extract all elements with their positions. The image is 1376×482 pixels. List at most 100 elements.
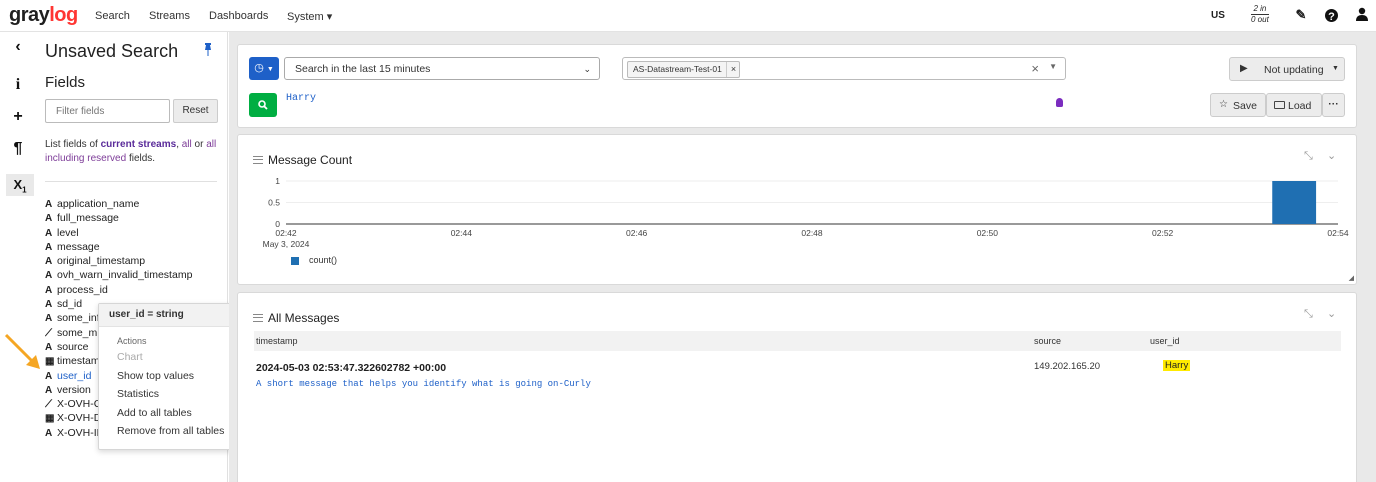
- field-item[interactable]: Afull_message: [45, 211, 225, 225]
- field-item[interactable]: Alevel: [45, 226, 225, 240]
- widget-title: Message Count: [268, 153, 353, 167]
- all-link[interactable]: all: [182, 139, 192, 150]
- filter-fields-input[interactable]: [45, 99, 170, 123]
- action-add-to-all-tables[interactable]: Add to all tables: [99, 404, 241, 423]
- field-name: ovh_warn_invalid_timestamp: [57, 269, 193, 282]
- column-timestamp[interactable]: timestamp: [256, 336, 298, 346]
- string-type-icon: A: [45, 384, 53, 396]
- dropdown-icon[interactable]: ▼: [1049, 62, 1057, 71]
- x-tick-label: 02:50: [977, 228, 999, 238]
- table-header: timestamp source user_id: [254, 331, 1341, 351]
- expand-icon[interactable]: ⤡: [1304, 308, 1313, 321]
- current-streams-link[interactable]: current streams: [101, 139, 177, 150]
- string-type-icon: A: [45, 241, 53, 253]
- action-show-top-values[interactable]: Show top values: [99, 367, 241, 386]
- paragraph-icon[interactable]: ¶: [8, 140, 28, 162]
- folder-icon: [1274, 101, 1285, 109]
- fields-description: List fields of current streams, all or a…: [45, 139, 217, 164]
- x-tick-label: 02:44: [451, 228, 473, 238]
- stream-select[interactable]: AS-Datastream-Test-01 × × ▼: [622, 57, 1066, 80]
- x-tick-label: 02:54: [1327, 228, 1349, 238]
- remove-stream-icon[interactable]: ×: [725, 62, 736, 77]
- clear-icon[interactable]: ×: [1031, 61, 1039, 76]
- field-name: process_id: [57, 283, 108, 296]
- add-icon[interactable]: +: [8, 108, 28, 130]
- field-item[interactable]: Aoriginal_timestamp: [45, 254, 225, 268]
- play-icon: ▶: [1240, 63, 1248, 74]
- help-icon[interactable]: ?: [1325, 9, 1338, 23]
- search-button[interactable]: [249, 93, 277, 117]
- fields-icon[interactable]: X1: [6, 174, 34, 196]
- field-name: original_timestamp: [57, 255, 146, 268]
- top-navbar: graylog Search Streams Dashboards System…: [0, 0, 1376, 32]
- divider: [45, 181, 217, 182]
- refresh-button[interactable]: ▶ Not updating ▼: [1229, 57, 1345, 81]
- x-tick-label: 02:48: [801, 228, 823, 238]
- sidebar-icon-bar: ‹ i + ¶ X1: [0, 32, 35, 482]
- save-button[interactable]: ☆ Save: [1210, 93, 1266, 117]
- column-user-id[interactable]: user_id: [1150, 336, 1180, 346]
- date-type-icon: ▦: [45, 413, 55, 425]
- string-type-icon: A: [45, 427, 53, 439]
- drag-handle-icon[interactable]: [253, 314, 263, 322]
- field-actions-popover: user_id = string Actions Chart Show top …: [98, 303, 242, 450]
- date-type-icon: ▦: [45, 356, 55, 368]
- resize-handle-icon[interactable]: ◢: [1349, 274, 1354, 282]
- x-tick-label: 02:42: [275, 228, 297, 238]
- throughput-indicator[interactable]: 2 in 0 out: [1251, 4, 1269, 25]
- nav-streams[interactable]: Streams: [149, 10, 190, 22]
- nav-search[interactable]: Search: [95, 10, 130, 22]
- field-name: timestam: [57, 355, 100, 368]
- field-item[interactable]: Aovh_warn_invalid_timestamp: [45, 268, 225, 282]
- chevron-down-icon: ⌄: [583, 64, 591, 74]
- string-type-icon: A: [45, 299, 53, 311]
- field-item[interactable]: Amessage: [45, 240, 225, 254]
- pin-icon[interactable]: [203, 43, 213, 59]
- chevron-down-icon[interactable]: ⌄: [1327, 307, 1336, 320]
- actions-heading: Actions: [117, 336, 147, 346]
- legend-label: count(): [309, 255, 338, 265]
- search-icon: [258, 100, 268, 110]
- timerange-type-button[interactable]: ◷ ▼: [249, 57, 279, 80]
- legend-swatch: [291, 257, 299, 265]
- message-count-chart: 10.5002:42 02:44 02:46 02:48 02:50 02:52 02:54…: [263, 176, 1349, 249]
- x-tick-label: 02:46: [626, 228, 648, 238]
- more-actions-button[interactable]: ···: [1322, 93, 1345, 117]
- string-type-icon: A: [45, 341, 53, 353]
- column-source[interactable]: source: [1034, 336, 1061, 346]
- string-type-icon: A: [45, 270, 53, 282]
- field-name: sd_id: [57, 298, 83, 311]
- field-item[interactable]: Aapplication_name: [45, 197, 225, 211]
- nav-system[interactable]: System ▾: [287, 10, 332, 23]
- collapse-icon[interactable]: ‹: [8, 38, 28, 60]
- expand-icon[interactable]: ⤡: [1304, 150, 1313, 163]
- user-icon[interactable]: [1354, 7, 1370, 23]
- lightbulb-icon[interactable]: [1056, 98, 1063, 107]
- load-button[interactable]: Load: [1266, 93, 1322, 117]
- graylog-logo[interactable]: graylog: [9, 4, 78, 27]
- clock-icon: ◷: [254, 62, 264, 74]
- string-type-icon: A: [45, 256, 53, 268]
- query-input[interactable]: Harry: [286, 93, 316, 104]
- cell-message: A short message that helps you identify …: [256, 379, 591, 389]
- numeric-type-icon: ⟋: [45, 399, 52, 411]
- field-name: X-OVH-C: [57, 398, 102, 411]
- drag-handle-icon[interactable]: [253, 156, 263, 164]
- reset-button[interactable]: Reset: [173, 99, 218, 123]
- more-icon: ···: [1328, 98, 1339, 110]
- action-statistics[interactable]: Statistics: [99, 385, 241, 404]
- field-item[interactable]: Aprocess_id: [45, 283, 225, 297]
- edit-icon[interactable]: ✎: [1293, 7, 1309, 23]
- cell-timestamp: 2024-05-03 02:53:47.322602782 +00:00: [256, 362, 447, 374]
- nav-dashboards[interactable]: Dashboards: [209, 10, 268, 22]
- stream-chip: AS-Datastream-Test-01 ×: [627, 61, 741, 78]
- bar: [1272, 181, 1317, 224]
- action-chart: Chart: [117, 351, 143, 363]
- action-remove-from-all-tables[interactable]: Remove from all tables: [99, 422, 241, 441]
- string-type-icon: A: [45, 227, 53, 239]
- field-name: full_message: [57, 212, 119, 225]
- field-name: some_inf: [57, 312, 100, 325]
- info-icon[interactable]: i: [8, 76, 28, 98]
- chevron-down-icon[interactable]: ⌄: [1327, 149, 1336, 162]
- timerange-select[interactable]: Search in the last 15 minutes ⌄: [284, 57, 600, 80]
